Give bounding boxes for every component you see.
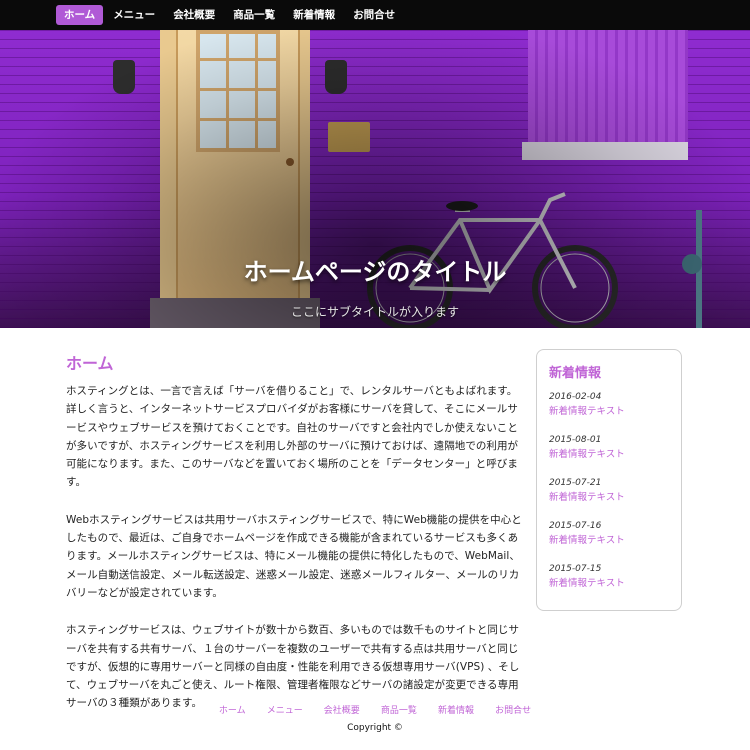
nav-item-news[interactable]: 新着情報: [285, 5, 343, 25]
news-heading: 新着情報: [549, 366, 602, 381]
footer-navigation: ホーム メニュー 会社概要 商品一覧 新着情報 お問合せ: [0, 698, 750, 717]
news-item: 2015-07-21 新着情報テキスト: [549, 477, 669, 505]
hero-title: ホームページのタイトル: [243, 258, 507, 286]
nav-item-menu[interactable]: メニュー: [105, 5, 163, 25]
footer-link-menu[interactable]: メニュー: [267, 706, 303, 716]
copyright: Copyright ©: [347, 723, 403, 733]
news-link[interactable]: 新着情報テキスト: [549, 576, 669, 591]
news-date: 2015-07-16: [549, 521, 602, 531]
content-paragraph: Webホスティングサービスは共用サーバホスティングサービスで、特にWeb機能の提…: [66, 513, 522, 599]
nav-item-company[interactable]: 会社概要: [165, 5, 223, 25]
hero-subtitle: ここにサブタイトルが入ります: [290, 305, 459, 319]
news-item: 2016-02-04 新着情報テキスト: [549, 391, 669, 419]
news-link[interactable]: 新着情報テキスト: [549, 404, 669, 419]
hero-banner: ホームページのタイトル ここにサブタイトルが入ります: [0, 30, 750, 328]
footer-link-news[interactable]: 新着情報: [438, 706, 474, 716]
news-link[interactable]: 新着情報テキスト: [549, 447, 669, 462]
news-item: 2015-07-16 新着情報テキスト: [549, 520, 669, 548]
news-link[interactable]: 新着情報テキスト: [549, 490, 669, 505]
news-item: 2015-08-01 新着情報テキスト: [549, 434, 669, 462]
top-navigation: ホーム メニュー 会社概要 商品一覧 新着情報 お問合せ: [0, 0, 750, 30]
content-paragraph: ホスティングとは、一言で言えば「サーバを借りること」で、レンタルサーバともよばれ…: [66, 385, 519, 489]
news-item: 2015-07-15 新着情報テキスト: [549, 563, 669, 591]
news-date: 2015-07-21: [549, 478, 602, 488]
news-link[interactable]: 新着情報テキスト: [549, 533, 669, 548]
nav-item-products[interactable]: 商品一覧: [225, 5, 283, 25]
footer-link-products[interactable]: 商品一覧: [381, 706, 417, 716]
news-date: 2015-08-01: [549, 435, 602, 445]
news-sidebar: 新着情報 2016-02-04 新着情報テキスト 2015-08-01 新着情報…: [536, 349, 682, 611]
main-content: ホーム ホスティングとは、一言で言えば「サーバを借りること」で、レンタルサーバと…: [66, 350, 526, 732]
nav-item-contact[interactable]: お問合せ: [345, 5, 403, 25]
page-heading: ホーム: [66, 354, 114, 373]
footer-link-company[interactable]: 会社概要: [324, 706, 360, 716]
footer-link-contact[interactable]: お問合せ: [495, 706, 531, 716]
footer-link-home[interactable]: ホーム: [219, 706, 246, 716]
news-date: 2016-02-04: [549, 392, 602, 402]
nav-item-home[interactable]: ホーム: [56, 5, 104, 25]
news-date: 2015-07-15: [549, 564, 602, 574]
